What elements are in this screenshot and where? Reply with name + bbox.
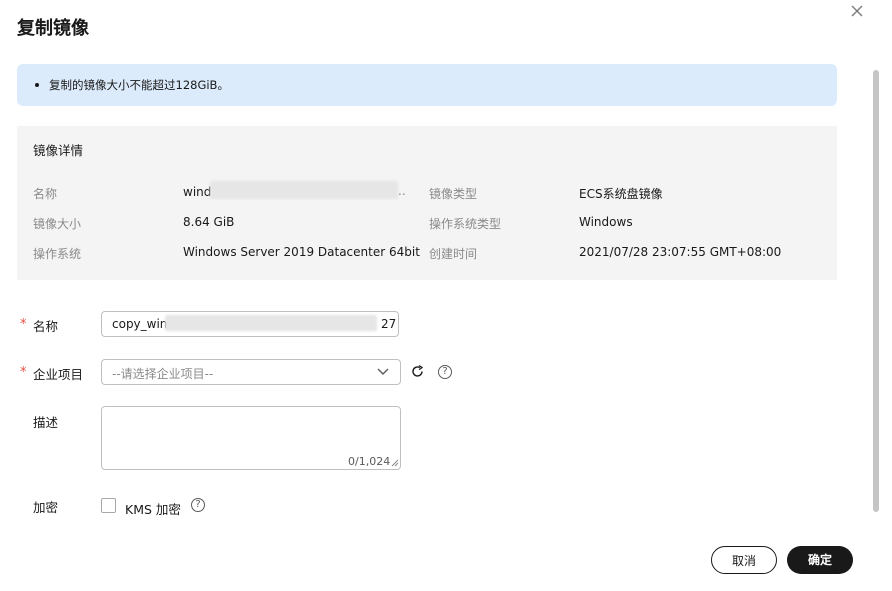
confirm-button[interactable]: 确定 xyxy=(787,546,853,574)
detail-value-os-type: Windows xyxy=(579,215,633,229)
close-icon[interactable] xyxy=(848,2,866,20)
kms-encryption-label: KMS 加密 xyxy=(125,502,181,517)
detail-value-os: Windows Server 2019 Datacenter 64bit xyxy=(183,245,420,259)
required-mark: * xyxy=(20,365,27,380)
enterprise-label: 企业项目 xyxy=(33,367,84,382)
dialog-title: 复制镜像 xyxy=(17,18,89,39)
kms-encryption-checkbox[interactable] xyxy=(101,498,116,513)
name-input-prefix: copy_win xyxy=(112,317,168,331)
notice-text: 复制的镜像大小不能超过128GiB。 xyxy=(49,78,229,92)
detail-label-image-type: 镜像类型 xyxy=(429,187,478,201)
help-icon[interactable]: ? xyxy=(191,498,205,512)
name-ellipsis: .. xyxy=(398,184,406,198)
detail-value-created: 2021/07/28 23:07:55 GMT+08:00 xyxy=(579,245,782,259)
detail-value-name: wind xyxy=(183,185,212,199)
description-counter: 0/1,024 xyxy=(348,455,391,468)
redacted-name-input xyxy=(165,315,377,331)
detail-value-size: 8.64 GiB xyxy=(183,215,235,229)
detail-value-image-type: ECS系统盘镜像 xyxy=(579,187,663,201)
name-input-suffix: 27 xyxy=(381,317,397,331)
chevron-down-icon xyxy=(377,368,389,375)
detail-label-size: 镜像大小 xyxy=(33,217,82,231)
detail-label-os-type: 操作系统类型 xyxy=(429,217,502,231)
encryption-label: 加密 xyxy=(33,500,59,515)
bullet-icon xyxy=(35,83,39,87)
refresh-icon[interactable] xyxy=(410,364,425,379)
required-mark: * xyxy=(20,317,27,332)
cancel-button[interactable]: 取消 xyxy=(711,546,777,574)
detail-label-name: 名称 xyxy=(33,187,58,201)
resize-handle-icon[interactable] xyxy=(391,459,399,467)
scrollbar[interactable] xyxy=(873,70,879,512)
details-title: 镜像详情 xyxy=(33,143,84,158)
description-label: 描述 xyxy=(33,415,59,430)
name-label: 名称 xyxy=(33,319,59,334)
help-icon[interactable]: ? xyxy=(438,365,452,379)
enterprise-placeholder: --请选择企业项目-- xyxy=(112,367,214,381)
detail-label-os: 操作系统 xyxy=(33,247,82,261)
detail-label-created: 创建时间 xyxy=(429,247,478,261)
redacted-name xyxy=(210,181,398,199)
